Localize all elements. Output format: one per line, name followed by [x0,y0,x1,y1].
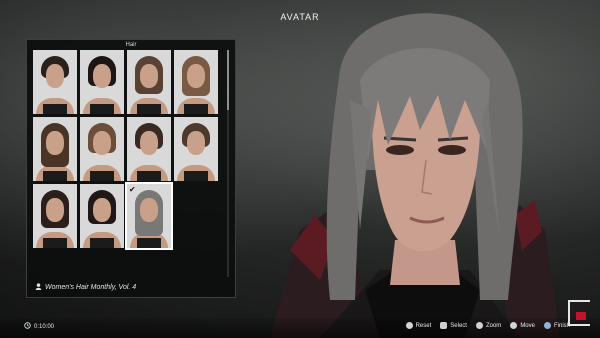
move-label: Move [520,322,535,329]
scrollbar[interactable] [227,50,229,277]
hair-pack-name: Women's Hair Monthly, Vol. 4 [45,284,137,291]
emblem-red-block [576,312,586,320]
hairstyle-tile-3[interactable] [127,50,171,114]
hair-selection-panel: Hair ✔ Women's Hair Monthly, Vol. 4 [26,39,236,298]
hairstyle-tile-4[interactable] [174,50,218,114]
scrollbar-thumb[interactable] [227,50,229,110]
select-label: Select [450,322,467,329]
hairstyle-grid: ✔ [33,50,223,250]
zoom-prompt[interactable]: Zoom [475,322,502,329]
checkmark-icon: ✔ [129,185,136,194]
person-icon [35,283,42,292]
reset-label: Reset [415,322,432,329]
reset-prompt[interactable]: Reset [405,322,432,329]
finish-prompt[interactable]: Finish [543,322,570,329]
r-stick-button-icon [405,322,413,329]
dpad-icon [440,322,448,329]
r-stick-icon [475,322,483,329]
hairstyle-tile-8[interactable] [174,117,218,181]
cross-button-icon [543,322,551,329]
hairstyle-tile-10[interactable] [80,184,124,248]
hairstyle-tile-11-selected[interactable]: ✔ [125,182,173,250]
timer-value: 0:10:00 [34,323,55,330]
l-stick-icon [510,322,518,329]
hairstyle-tile-1[interactable] [33,50,77,114]
hairstyle-tile-6[interactable] [80,117,124,181]
clock-icon [24,322,31,331]
hairstyle-tile-7[interactable] [127,117,171,181]
select-prompt[interactable]: Select [440,322,467,329]
character-portrait [260,0,600,338]
button-prompts: Reset Select Zoom Move Finish [405,322,570,329]
panel-title: Hair [125,42,137,48]
hairstyle-tile-5[interactable] [33,117,77,181]
empty-tile [174,184,218,248]
hair-pack-caption: Women's Hair Monthly, Vol. 4 [35,283,136,292]
hairstyle-tile-2[interactable] [80,50,124,114]
play-timer: 0:10:00 [24,322,54,331]
move-prompt[interactable]: Move [510,322,535,329]
zoom-label: Zoom [485,322,502,329]
hairstyle-tile-9[interactable] [33,184,77,248]
